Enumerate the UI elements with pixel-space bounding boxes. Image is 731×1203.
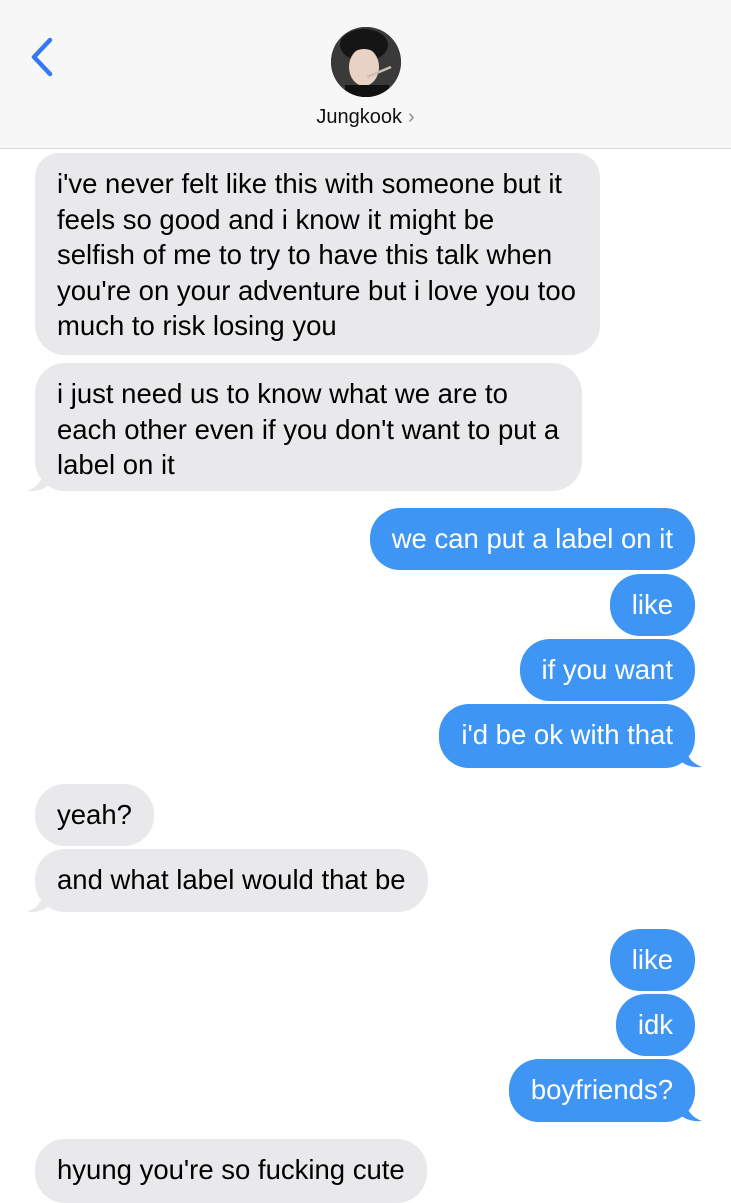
bubble-tail-incoming [27,891,51,913]
contact-name[interactable]: Jungkook › [0,106,731,129]
avatar[interactable] [331,27,401,97]
message-bubble-outgoing: like [609,929,695,991]
message-bubble-incoming: hyung you're so fucking cute [35,1139,427,1203]
bubble-tail-incoming [27,470,51,492]
message-bubble-outgoing: idk [615,994,695,1056]
message-text: like [631,944,673,975]
message-text: i've never felt like this with someone b… [57,168,576,341]
contact-name-label: Jungkook [316,106,402,128]
message-text: hyung you're so fucking cute [57,1154,405,1185]
message-bubble-outgoing: i'd be ok with that [439,704,695,768]
message-text: i'd be ok with that [461,719,673,750]
chevron-left-icon[interactable] [28,36,60,78]
chevron-right-icon: › [407,106,415,128]
message-text: boyfriends? [530,1074,673,1105]
message-bubble-outgoing: we can put a label on it [369,508,695,570]
bubble-tail-outgoing [678,746,702,768]
message-bubble-incoming: i've never felt like this with someone b… [35,153,600,355]
message-text: idk [637,1009,673,1040]
message-text: yeah? [57,799,132,830]
message-text: we can put a label on it [391,523,673,554]
message-text: if you want [541,654,673,685]
message-text: like [631,589,673,620]
message-bubble-outgoing: boyfriends? [508,1059,695,1122]
message-text: and what label would that be [57,864,406,895]
bubble-tail-outgoing [678,1100,702,1122]
conversation-header: Jungkook › [0,0,731,149]
message-bubble-outgoing: if you want [519,639,695,701]
message-bubble-outgoing: like [609,574,695,636]
message-bubble-incoming: and what label would that be [35,849,428,912]
message-bubble-incoming: i just need us to know what we are to ea… [35,363,582,491]
message-text: i just need us to know what we are to ea… [57,378,560,480]
message-bubble-incoming: yeah? [35,784,154,846]
